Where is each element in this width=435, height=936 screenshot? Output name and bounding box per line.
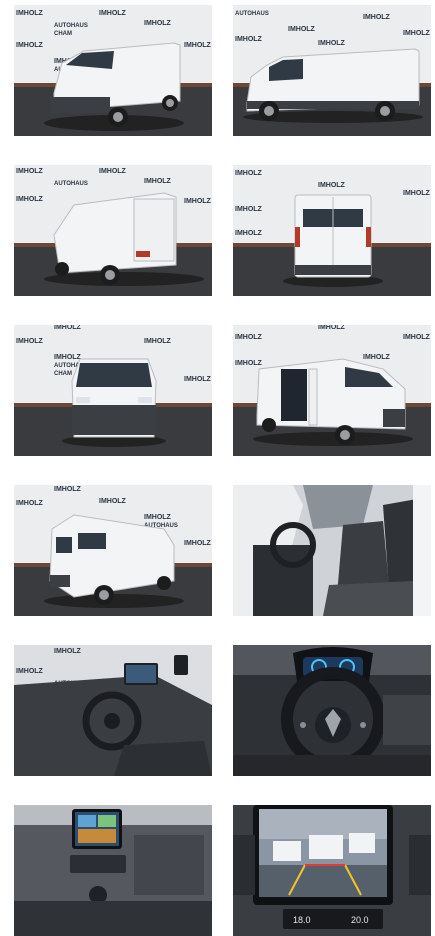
gallery-photo-7[interactable]: IMHOLZ IMHOLZ IMHOLZ IMHOLZ AUTOHAUS CHA… [14, 485, 212, 616]
svg-text:CHAM: CHAM [54, 371, 72, 377]
screen-temp-left: 18.0 [293, 915, 311, 925]
photo-gallery: IMHOLZ IMHOLZ IMHOLZ AUTOHAUS CHAM IMHOL… [0, 0, 435, 936]
gallery-photo-3[interactable]: IMHOLZ IMHOLZ IMHOLZ AUTOHAUS IMHOLZ IMH… [14, 165, 212, 296]
svg-text:IMHOLZ: IMHOLZ [54, 486, 82, 493]
svg-text:IMHOLZ: IMHOLZ [54, 354, 82, 361]
gallery-photo-11[interactable] [14, 805, 212, 936]
gallery-photo-10[interactable] [233, 645, 431, 776]
svg-text:IMHOLZ: IMHOLZ [144, 178, 172, 185]
gallery-photo-5[interactable]: IMHOLZ IMHOLZ IMHOLZ IMHOLZ AUTOHAUS CHA… [14, 325, 212, 456]
svg-text:IMHOLZ: IMHOLZ [403, 30, 431, 37]
svg-text:IMHOLZ: IMHOLZ [235, 230, 263, 237]
gallery-photo-2[interactable]: AUTOHAUS IMHOLZ IMHOLZ IMHOLZ IMHOLZ IMH… [233, 5, 431, 136]
gallery-photo-4[interactable]: IMHOLZ IMHOLZ IMHOLZ IMHOLZ IMHOLZ [233, 165, 431, 296]
svg-text:IMHOLZ: IMHOLZ [99, 10, 127, 17]
svg-text:IMHOLZ: IMHOLZ [184, 376, 212, 383]
svg-text:IMHOLZ: IMHOLZ [16, 196, 44, 203]
screen-temp-right: 20.0 [351, 915, 369, 925]
svg-text:IMHOLZ: IMHOLZ [184, 198, 212, 205]
gallery-photo-9[interactable]: IMHOLZ IMHOLZ AUTOHAUS CHAM [14, 645, 212, 776]
svg-text:IMHOLZ: IMHOLZ [144, 514, 172, 521]
gallery-photo-1[interactable]: IMHOLZ IMHOLZ IMHOLZ AUTOHAUS CHAM IMHOL… [14, 5, 212, 136]
svg-text:IMHOLZ: IMHOLZ [54, 325, 82, 331]
gallery-photo-6[interactable]: IMHOLZ IMHOLZ IMHOLZ IMHOLZ IMHOLZ [233, 325, 431, 456]
svg-text:IMHOLZ: IMHOLZ [318, 325, 346, 331]
svg-text:AUTOHAUS: AUTOHAUS [54, 181, 88, 187]
svg-text:IMHOLZ: IMHOLZ [318, 40, 346, 47]
svg-text:IMHOLZ: IMHOLZ [99, 498, 127, 505]
svg-text:CHAM: CHAM [54, 31, 72, 37]
svg-text:AUTOHAUS: AUTOHAUS [235, 11, 269, 17]
svg-text:IMHOLZ: IMHOLZ [16, 668, 44, 675]
svg-text:IMHOLZ: IMHOLZ [235, 170, 263, 177]
svg-text:IMHOLZ: IMHOLZ [16, 338, 44, 345]
svg-text:AUTOHAUS: AUTOHAUS [54, 23, 88, 29]
svg-text:IMHOLZ: IMHOLZ [184, 540, 212, 547]
svg-text:IMHOLZ: IMHOLZ [363, 14, 391, 21]
svg-text:IMHOLZ: IMHOLZ [184, 42, 212, 49]
svg-text:IMHOLZ: IMHOLZ [144, 338, 172, 345]
svg-text:IMHOLZ: IMHOLZ [144, 20, 172, 27]
svg-text:IMHOLZ: IMHOLZ [235, 206, 263, 213]
svg-text:IMHOLZ: IMHOLZ [16, 500, 44, 507]
svg-text:IMHOLZ: IMHOLZ [235, 36, 263, 43]
svg-text:IMHOLZ: IMHOLZ [16, 168, 44, 175]
svg-text:IMHOLZ: IMHOLZ [54, 648, 82, 655]
svg-text:IMHOLZ: IMHOLZ [99, 168, 127, 175]
svg-text:IMHOLZ: IMHOLZ [318, 182, 346, 189]
gallery-photo-12[interactable]: 18.0 20.0 [233, 805, 431, 936]
svg-text:IMHOLZ: IMHOLZ [235, 334, 263, 341]
svg-text:IMHOLZ: IMHOLZ [363, 354, 391, 361]
svg-text:IMHOLZ: IMHOLZ [403, 334, 431, 341]
svg-text:IMHOLZ: IMHOLZ [288, 26, 316, 33]
svg-text:IMHOLZ: IMHOLZ [235, 360, 263, 367]
svg-text:IMHOLZ: IMHOLZ [403, 190, 431, 197]
watermark-text: IMHOLZ [16, 10, 44, 17]
gallery-photo-8[interactable] [233, 485, 431, 616]
svg-text:IMHOLZ: IMHOLZ [16, 42, 44, 49]
